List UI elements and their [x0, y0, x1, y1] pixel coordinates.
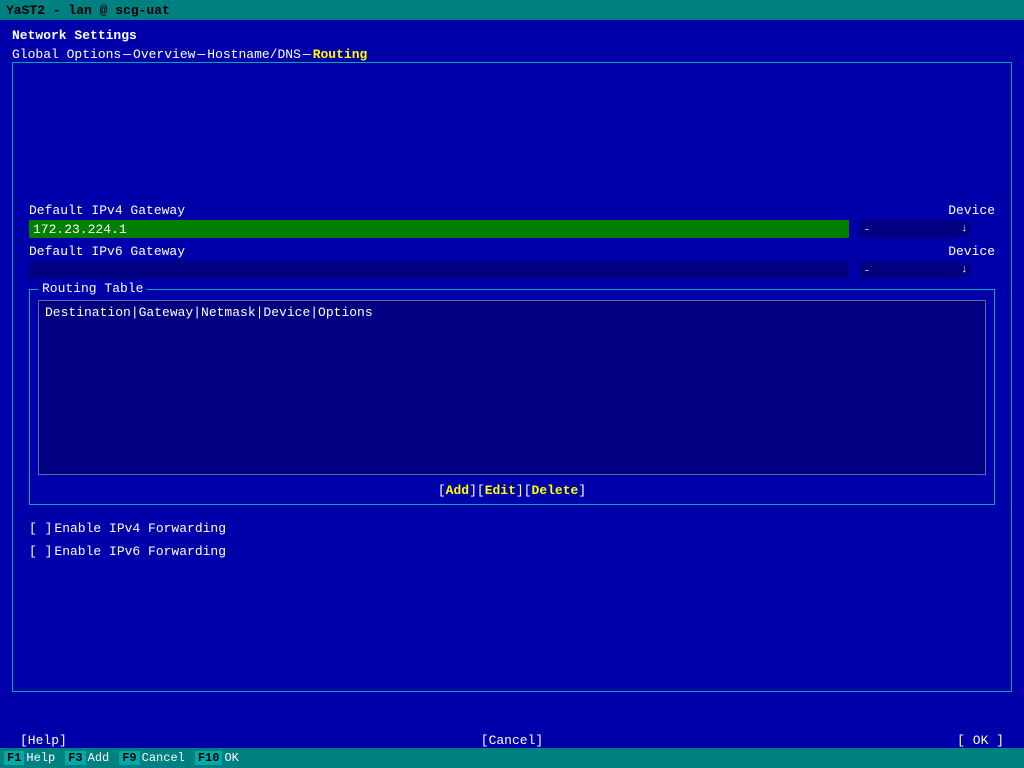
routing-table-section: Routing Table Destination|Gateway|Netmas… — [29, 289, 995, 505]
ipv6-header-row: Default IPv6 Gateway Device — [29, 244, 995, 259]
cancel-button[interactable]: [Cancel] — [481, 733, 543, 748]
ipv4-header-row: Default IPv4 Gateway Device — [29, 203, 995, 218]
fkey-bar: F1 Help F3 Add F9 Cancel F10 OK — [0, 748, 1024, 768]
page-title: Network Settings — [12, 28, 1012, 43]
delete-button[interactable]: [Delete] — [524, 483, 586, 498]
ipv4-forwarding-label: Enable IPv4 Forwarding — [54, 521, 226, 536]
ipv6-input-row: ↓ — [29, 261, 995, 279]
routing-table-inner[interactable]: Destination|Gateway|Netmask|Device|Optio… — [38, 300, 986, 475]
help-button[interactable]: [Help] — [20, 733, 67, 748]
ipv6-gateway-input[interactable] — [29, 261, 849, 279]
fkey-f3[interactable]: F3 Add — [65, 751, 111, 765]
tab-overview[interactable]: Overview — [133, 47, 195, 62]
ipv4-gateway-label: Default IPv4 Gateway — [29, 203, 849, 218]
routing-table-legend: Routing Table — [38, 281, 147, 296]
edit-button[interactable]: [Edit] — [477, 483, 524, 498]
ipv6-device-wrapper: ↓ — [859, 261, 970, 279]
tab-hostname-dns[interactable]: Hostname/DNS — [207, 47, 301, 62]
ok-button[interactable]: [ OK ] — [957, 733, 1004, 748]
tab-routing[interactable]: Routing — [313, 47, 368, 62]
tab-global-options[interactable]: Global Options — [12, 47, 121, 62]
ipv6-device-input[interactable] — [859, 261, 959, 279]
bottom-bar: [Help] [Cancel] [ OK ] — [0, 733, 1024, 748]
ipv6-device-dropdown-arrow[interactable]: ↓ — [959, 263, 970, 277]
tab-bar: Global Options — Overview — Hostname/DNS… — [12, 47, 1012, 62]
ipv6-forwarding-label: Enable IPv6 Forwarding — [54, 544, 226, 559]
ipv4-device-wrapper: ↓ — [859, 220, 970, 238]
ipv4-forwarding-row: [ ] Enable IPv4 Forwarding — [29, 521, 995, 536]
fkey-f10[interactable]: F10 OK — [195, 751, 241, 765]
ipv4-input-row: ↓ — [29, 220, 995, 238]
ipv6-forwarding-row: [ ] Enable IPv6 Forwarding — [29, 544, 995, 559]
ipv6-gateway-label: Default IPv6 Gateway — [29, 244, 849, 259]
fkey-f9[interactable]: F9 Cancel — [119, 751, 187, 765]
table-column-headers: Destination|Gateway|Netmask|Device|Optio… — [45, 305, 979, 320]
ipv4-device-dropdown-arrow[interactable]: ↓ — [959, 222, 970, 236]
fkey-f1[interactable]: F1 Help — [4, 751, 57, 765]
title-bar: YaST2 - lan @ scg-uat — [0, 0, 1024, 20]
ipv6-device-label: Device — [948, 244, 995, 259]
add-button[interactable]: [Add] — [438, 483, 477, 498]
main-area: Network Settings Global Options — Overvi… — [0, 20, 1024, 720]
action-buttons: [Add] [Edit] [Delete] — [38, 483, 986, 498]
ipv4-gateway-input[interactable] — [29, 220, 849, 238]
ipv4-device-input[interactable] — [859, 220, 959, 238]
title-text: YaST2 - lan @ scg-uat — [6, 3, 170, 18]
ipv4-device-label: Device — [948, 203, 995, 218]
panel: Default IPv4 Gateway Device ↓ Default IP… — [12, 62, 1012, 692]
